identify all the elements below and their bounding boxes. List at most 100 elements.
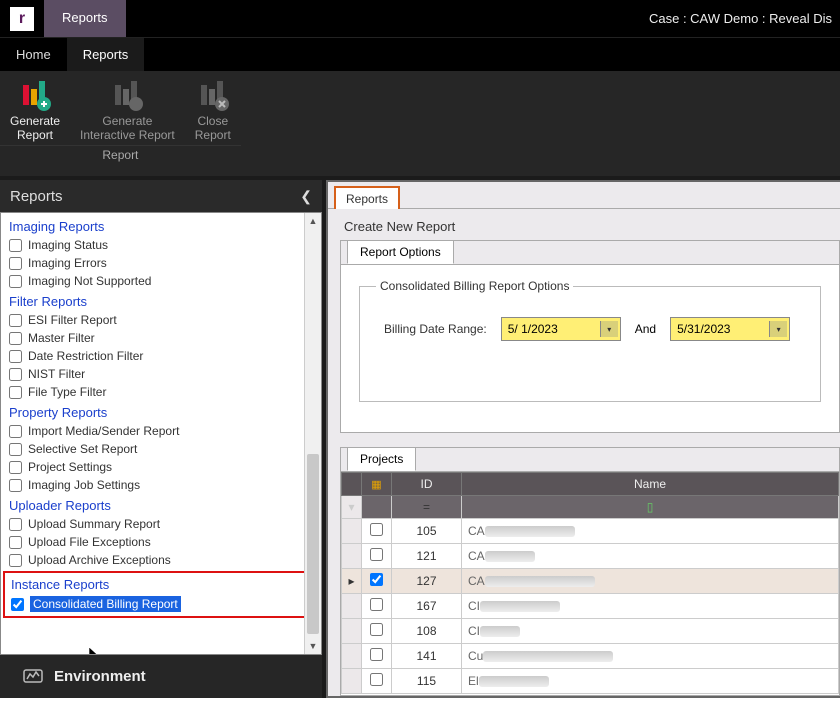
report-item-checkbox[interactable]: [9, 332, 22, 345]
row-select-cell[interactable]: [362, 594, 392, 619]
report-item[interactable]: ESI Filter Report: [7, 311, 317, 329]
row-select-checkbox[interactable]: [370, 548, 383, 561]
report-options-panel: Report Options Consolidated Billing Repo…: [340, 240, 840, 433]
report-item[interactable]: File Type Filter: [7, 383, 317, 401]
row-indicator: [342, 544, 362, 569]
report-item[interactable]: Selective Set Report: [7, 440, 317, 458]
filter-id[interactable]: =: [392, 496, 462, 519]
col-id[interactable]: ID: [392, 473, 462, 496]
grid-filter-row: ▾ = ▯: [342, 496, 839, 519]
report-item-checkbox[interactable]: [9, 536, 22, 549]
report-item-checkbox[interactable]: [9, 239, 22, 252]
tab-reports[interactable]: Reports: [334, 186, 400, 209]
filter-sel[interactable]: [362, 496, 392, 519]
section-title[interactable]: Uploader Reports: [7, 494, 317, 515]
close-report-button[interactable]: Close Report: [185, 71, 241, 145]
ribbon-btn-label: Report: [195, 129, 231, 143]
section-title[interactable]: Property Reports: [7, 401, 317, 422]
section-title[interactable]: Instance Reports: [5, 573, 317, 594]
calendar-dropdown-icon[interactable]: ▾: [769, 321, 787, 337]
row-select-checkbox[interactable]: [370, 523, 383, 536]
report-item[interactable]: Imaging Status: [7, 236, 317, 254]
date-to-input[interactable]: 5/31/2023 ▾: [670, 317, 790, 341]
report-item[interactable]: NIST Filter: [7, 365, 317, 383]
row-select-checkbox[interactable]: [370, 573, 383, 586]
report-item[interactable]: Import Media/Sender Report: [7, 422, 317, 440]
generate-interactive-report-button[interactable]: Generate Interactive Report: [70, 71, 185, 145]
date-from-value: 5/ 1/2023: [508, 322, 558, 336]
report-item-checkbox[interactable]: [9, 257, 22, 270]
section-title[interactable]: Filter Reports: [7, 290, 317, 311]
report-item-label: Selective Set Report: [28, 442, 137, 456]
table-row[interactable]: 105CA: [342, 519, 839, 544]
table-row[interactable]: 108CI: [342, 619, 839, 644]
select-all-icon: ▦: [371, 479, 381, 491]
report-item-consolidated-billing[interactable]: Consolidated Billing Report: [5, 594, 317, 614]
report-item[interactable]: Upload Summary Report: [7, 515, 317, 533]
report-item-checkbox[interactable]: [9, 479, 22, 492]
tab-projects[interactable]: Projects: [347, 447, 416, 471]
row-select-checkbox[interactable]: [370, 648, 383, 661]
row-select-checkbox[interactable]: [370, 598, 383, 611]
nav-item-reports[interactable]: Reports: [67, 38, 145, 71]
scroll-down-icon[interactable]: ▼: [305, 638, 321, 654]
date-from-input[interactable]: 5/ 1/2023 ▾: [501, 317, 621, 341]
report-item-checkbox[interactable]: [9, 461, 22, 474]
scroll-up-icon[interactable]: ▲: [305, 213, 321, 229]
report-add-icon: [17, 77, 53, 113]
row-select-checkbox[interactable]: [370, 673, 383, 686]
row-select-cell[interactable]: [362, 619, 392, 644]
instance-reports-highlight: Instance ReportsConsolidated Billing Rep…: [3, 571, 319, 618]
report-item-label: Upload Summary Report: [28, 517, 160, 531]
cell-name: El: [462, 669, 839, 694]
table-row[interactable]: 167CI: [342, 594, 839, 619]
report-item[interactable]: Imaging Errors: [7, 254, 317, 272]
row-select-checkbox[interactable]: [370, 623, 383, 636]
report-item-checkbox[interactable]: [11, 598, 24, 611]
report-item-checkbox[interactable]: [9, 443, 22, 456]
table-row[interactable]: 115El: [342, 669, 839, 694]
row-select-cell[interactable]: [362, 519, 392, 544]
row-select-cell[interactable]: [362, 569, 392, 594]
report-item-label: Project Settings: [28, 460, 112, 474]
environment-bar[interactable]: Environment: [0, 655, 322, 698]
calendar-dropdown-icon[interactable]: ▾: [600, 321, 618, 337]
report-item-checkbox[interactable]: [9, 386, 22, 399]
row-select-cell[interactable]: [362, 544, 392, 569]
report-item-checkbox[interactable]: [9, 314, 22, 327]
report-item[interactable]: Imaging Job Settings: [7, 476, 317, 494]
table-row[interactable]: ▸127CA: [342, 569, 839, 594]
collapse-left-panel-icon[interactable]: ❮: [300, 188, 312, 205]
report-item[interactable]: Date Restriction Filter: [7, 347, 317, 365]
generate-report-button[interactable]: Generate Report: [0, 71, 70, 145]
report-item-checkbox[interactable]: [9, 350, 22, 363]
col-name[interactable]: Name: [462, 473, 839, 496]
report-item-label: Imaging Not Supported: [28, 274, 151, 288]
cell-id: 108: [392, 619, 462, 644]
report-item[interactable]: Master Filter: [7, 329, 317, 347]
ribbon-group-report: Generate Report Generate Interactive Rep…: [0, 71, 241, 166]
tab-report-options[interactable]: Report Options: [347, 240, 454, 264]
report-item[interactable]: Upload File Exceptions: [7, 533, 317, 551]
scrollbar[interactable]: ▲ ▼: [304, 213, 321, 654]
select-all-header[interactable]: ▦: [362, 473, 392, 496]
table-row[interactable]: 121CA: [342, 544, 839, 569]
report-item-checkbox[interactable]: [9, 275, 22, 288]
report-item-checkbox[interactable]: [9, 368, 22, 381]
section-title[interactable]: Imaging Reports: [7, 215, 317, 236]
scroll-thumb[interactable]: [307, 454, 319, 634]
titlebar-tab-reports[interactable]: Reports: [44, 0, 126, 37]
row-select-cell[interactable]: [362, 644, 392, 669]
cell-id: 127: [392, 569, 462, 594]
report-item[interactable]: Project Settings: [7, 458, 317, 476]
report-item-checkbox[interactable]: [9, 425, 22, 438]
nav-item-home[interactable]: Home: [0, 38, 67, 71]
report-item-checkbox[interactable]: [9, 554, 22, 567]
report-item-checkbox[interactable]: [9, 518, 22, 531]
filter-name[interactable]: ▯: [462, 496, 839, 519]
report-item[interactable]: Upload Archive Exceptions: [7, 551, 317, 569]
report-item-label: Import Media/Sender Report: [28, 424, 179, 438]
row-select-cell[interactable]: [362, 669, 392, 694]
report-item[interactable]: Imaging Not Supported: [7, 272, 317, 290]
table-row[interactable]: 141Cu: [342, 644, 839, 669]
